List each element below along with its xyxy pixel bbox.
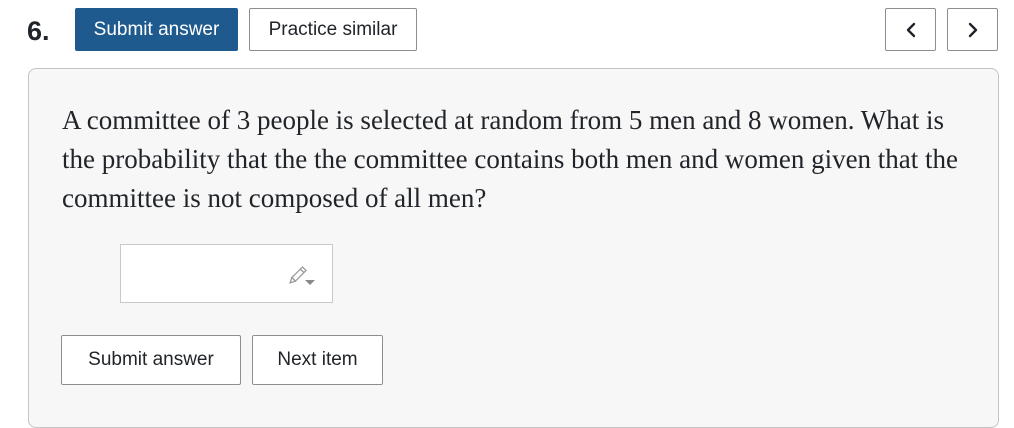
- practice-similar-button[interactable]: Practice similar: [249, 8, 417, 51]
- chevron-right-icon: [968, 22, 977, 37]
- answer-input[interactable]: [120, 244, 333, 303]
- chevron-left-icon: [906, 22, 915, 37]
- question-text: A committee of 3 people is selected at r…: [62, 105, 959, 213]
- question-number: 6.: [27, 16, 50, 46]
- next-question-button[interactable]: [947, 8, 998, 51]
- submit-answer-button-top[interactable]: Submit answer: [75, 8, 238, 51]
- pencil-icon[interactable]: [289, 261, 317, 287]
- question-card: A committee of 3 people is selected at r…: [28, 68, 999, 428]
- next-item-button[interactable]: Next item: [252, 335, 383, 385]
- submit-answer-button[interactable]: Submit answer: [61, 335, 241, 385]
- previous-question-button[interactable]: [885, 8, 936, 51]
